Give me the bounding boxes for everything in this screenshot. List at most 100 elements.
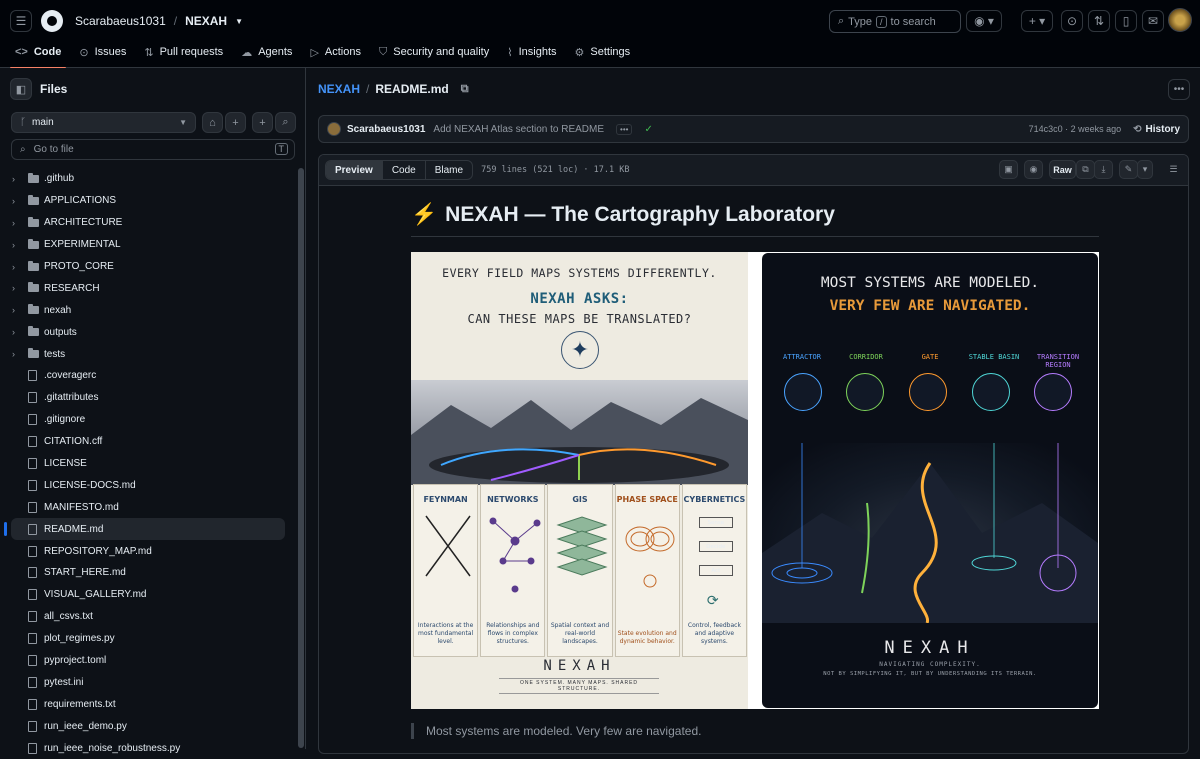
check-icon[interactable]: ✓ bbox=[644, 124, 652, 135]
commit-meta[interactable]: 714c3c0 · 2 weeks ago bbox=[1029, 124, 1122, 134]
latest-commit-bar: Scarabaeus1031 Add NEXAH Atlas section t… bbox=[318, 115, 1189, 143]
tree-folder[interactable]: ›.github bbox=[0, 168, 296, 190]
folder-icon bbox=[28, 350, 40, 358]
pull-requests-icon[interactable]: ⇅ bbox=[1088, 10, 1110, 32]
tree-folder[interactable]: ›APPLICATIONS bbox=[0, 190, 296, 212]
tree-file[interactable]: .gitattributes bbox=[0, 387, 296, 409]
graph-icon: ⌇ bbox=[507, 46, 512, 59]
tree-folder[interactable]: ›EXPERIMENTAL bbox=[0, 234, 296, 256]
tab-code[interactable]: <>Code bbox=[6, 42, 70, 62]
copilot-icon[interactable]: ◉ bbox=[1024, 160, 1043, 179]
copy-icon[interactable]: ⧉ bbox=[1076, 160, 1095, 179]
readme-blockquote: Most systems are modeled. Very few are n… bbox=[411, 723, 701, 739]
tree-file[interactable]: VISUAL_GALLERY.md bbox=[0, 584, 296, 606]
file-icon bbox=[28, 414, 40, 425]
tree-file[interactable]: .gitignore bbox=[0, 409, 296, 431]
tree-file[interactable]: pytest.ini bbox=[0, 671, 296, 693]
sidebar-header: ◧ Files bbox=[10, 78, 67, 100]
tab-security[interactable]: ⛉Security and quality bbox=[370, 42, 498, 62]
chevron-right-icon[interactable]: › bbox=[12, 349, 24, 359]
outline-icon[interactable]: ☰ bbox=[1164, 160, 1183, 179]
chevron-right-icon[interactable]: › bbox=[12, 305, 24, 315]
tree-file[interactable]: .coveragerc bbox=[0, 365, 296, 387]
gear-icon: ⚙ bbox=[575, 46, 585, 59]
tab-actions[interactable]: ▷Actions bbox=[301, 42, 370, 62]
tree-file[interactable]: pyproject.toml bbox=[0, 650, 296, 672]
tree-file[interactable]: README.md bbox=[11, 518, 285, 540]
chevron-right-icon[interactable]: › bbox=[12, 196, 24, 206]
owner-link[interactable]: Scarabaeus1031 bbox=[75, 14, 166, 28]
chevron-right-icon[interactable]: › bbox=[12, 283, 24, 293]
expand-commit-icon[interactable]: ••• bbox=[616, 124, 632, 135]
repositories-icon[interactable]: ▯ bbox=[1115, 10, 1137, 32]
chevron-down-icon[interactable]: ▾ bbox=[1137, 160, 1153, 179]
tree-file[interactable]: LICENSE-DOCS.md bbox=[0, 474, 296, 496]
collapse-sidebar-icon[interactable]: ◧ bbox=[10, 78, 32, 100]
avatar[interactable] bbox=[1168, 8, 1192, 32]
tree-file[interactable]: requirements.txt bbox=[0, 693, 296, 715]
repo-root-link[interactable]: NEXAH bbox=[318, 82, 360, 96]
tree-file[interactable]: REPOSITORY_MAP.md bbox=[0, 540, 296, 562]
tree-folder[interactable]: ›ARCHITECTURE bbox=[0, 212, 296, 234]
create-new-button[interactable]: + ▾ bbox=[1021, 10, 1053, 32]
history-button[interactable]: ⟲History bbox=[1133, 124, 1180, 135]
issues-icon[interactable]: ⊙ bbox=[1061, 10, 1083, 32]
tree-folder[interactable]: ›outputs bbox=[0, 321, 296, 343]
folder-icon bbox=[28, 263, 40, 271]
commit-message[interactable]: Add NEXAH Atlas section to README bbox=[433, 124, 604, 135]
go-to-file-input[interactable]: ⌕ Go to file T bbox=[11, 139, 295, 160]
tab-settings[interactable]: ⚙Settings bbox=[566, 42, 640, 62]
file-info: 759 lines (521 loc) · 17.1 KB bbox=[481, 165, 629, 175]
tree-file[interactable]: CITATION.cff bbox=[0, 431, 296, 453]
commit-author[interactable]: Scarabaeus1031 bbox=[347, 124, 425, 135]
folder-icon bbox=[28, 306, 40, 314]
tree-folder[interactable]: ›PROTO_CORE bbox=[0, 256, 296, 278]
inbox-icon[interactable]: ✉ bbox=[1142, 10, 1164, 32]
column-networks: NETWORKS Relationships and flows in comp… bbox=[480, 484, 545, 657]
chevron-right-icon[interactable]: › bbox=[12, 240, 24, 250]
chevron-right-icon[interactable]: › bbox=[12, 174, 24, 184]
repo-link[interactable]: NEXAH bbox=[185, 14, 227, 28]
tree-file[interactable]: run_ieee_noise_robustness.py bbox=[0, 737, 296, 759]
search-files-icon[interactable]: ⌕ bbox=[275, 112, 296, 133]
branch-selector[interactable]: ᚴ main ▼ bbox=[11, 112, 196, 133]
chevron-right-icon[interactable]: › bbox=[12, 327, 24, 337]
tree-file[interactable]: START_HERE.md bbox=[0, 562, 296, 584]
tree-file[interactable]: plot_regimes.py bbox=[0, 628, 296, 650]
tree-file[interactable]: run_ieee_demo.py bbox=[0, 715, 296, 737]
tab-insights[interactable]: ⌇Insights bbox=[498, 42, 565, 62]
tree-folder[interactable]: ›tests bbox=[0, 343, 296, 365]
tree-folder[interactable]: ›nexah bbox=[0, 299, 296, 321]
chevron-right-icon[interactable]: › bbox=[12, 218, 24, 228]
tree-file[interactable]: all_csvs.txt bbox=[0, 606, 296, 628]
pull-request-icon: ⇅ bbox=[144, 46, 153, 59]
preview-tab[interactable]: Preview bbox=[326, 161, 383, 179]
tree-file[interactable]: MANIFESTO.md bbox=[0, 496, 296, 518]
tag-icon[interactable]: ⌂ bbox=[202, 112, 223, 133]
code-tab[interactable]: Code bbox=[383, 161, 426, 179]
menu-button[interactable]: ☰ bbox=[10, 10, 32, 32]
more-options-button[interactable]: ••• bbox=[1168, 79, 1190, 100]
copilot-button[interactable]: ◉ ▾ bbox=[966, 10, 1002, 32]
tree-file[interactable]: LICENSE bbox=[0, 453, 296, 475]
new-file-icon[interactable]: + bbox=[252, 112, 273, 133]
tree-folder[interactable]: ›RESEARCH bbox=[0, 277, 296, 299]
download-icon[interactable]: ⤓ bbox=[1094, 160, 1113, 179]
copy-path-icon[interactable]: ⧉ bbox=[461, 83, 469, 96]
chevron-down-icon[interactable]: ▼ bbox=[235, 17, 243, 26]
tab-agents[interactable]: ☁Agents bbox=[232, 42, 301, 62]
search-input[interactable]: ⌕ Type / to search bbox=[829, 10, 961, 33]
edit-icon[interactable]: ✎ bbox=[1119, 160, 1138, 179]
add-file-icon[interactable]: + bbox=[225, 112, 246, 133]
stable-basin-icon bbox=[972, 373, 1010, 411]
blame-tab[interactable]: Blame bbox=[426, 161, 472, 179]
sidebar-scrollbar[interactable] bbox=[298, 168, 304, 748]
chevron-right-icon[interactable]: › bbox=[12, 262, 24, 272]
file-icon bbox=[28, 633, 40, 644]
avatar[interactable] bbox=[327, 122, 341, 136]
tab-pull-requests[interactable]: ⇅Pull requests bbox=[135, 42, 232, 62]
open-folder-icon[interactable]: ▣ bbox=[999, 160, 1018, 179]
github-logo-icon[interactable] bbox=[41, 10, 63, 32]
tab-issues[interactable]: ⊙Issues bbox=[70, 42, 135, 62]
raw-button[interactable]: Raw bbox=[1049, 160, 1076, 179]
